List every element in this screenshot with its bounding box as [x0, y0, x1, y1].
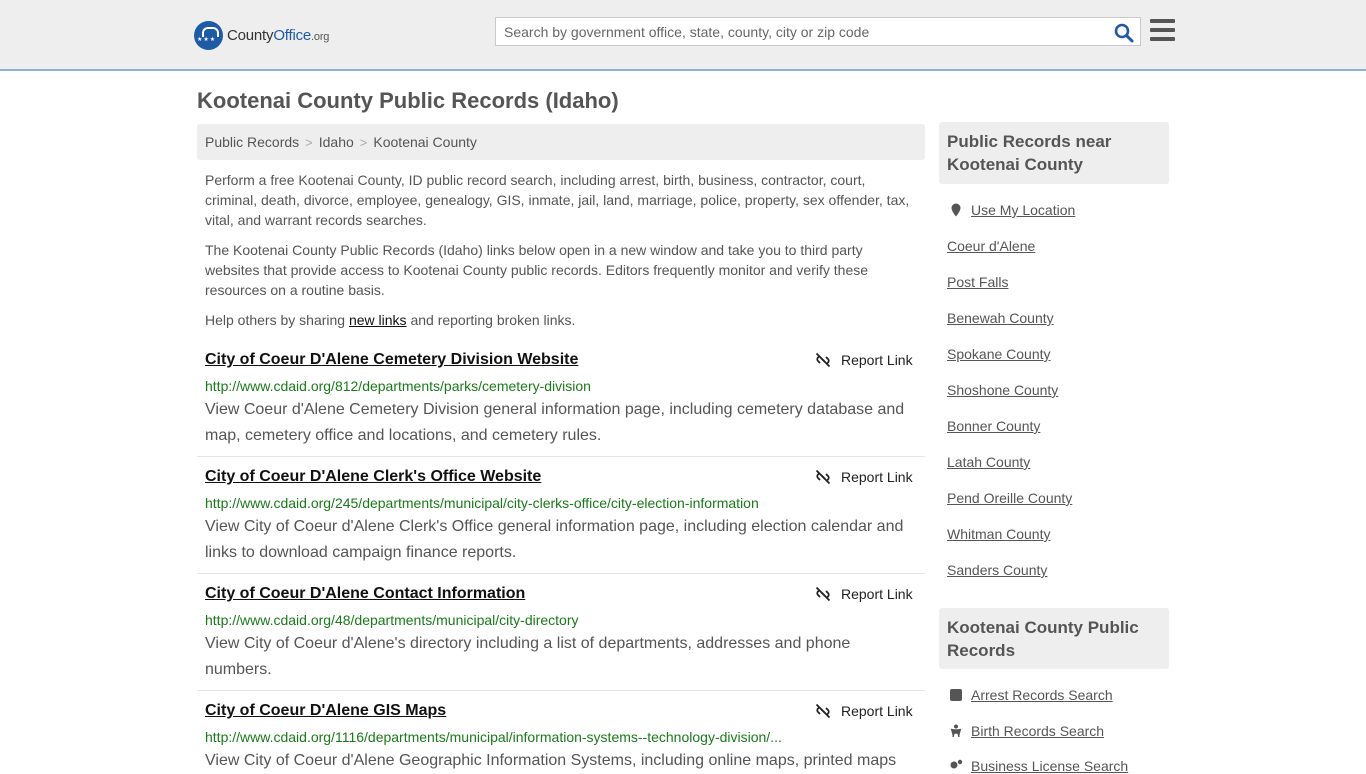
- nearby-link-shoshone-county[interactable]: Shoshone County: [947, 382, 1058, 398]
- arrest-records-search-link[interactable]: Arrest Records Search: [971, 687, 1113, 703]
- logo-text: CountyOffice.org: [227, 26, 330, 44]
- disclaimer-paragraph: The Kootenai County Public Records (Idah…: [205, 242, 869, 298]
- result-item: City of Coeur D'Alene Clerk's Office Web…: [197, 468, 925, 574]
- breadcrumb: Public Records > Idaho > Kootenai County: [197, 124, 925, 160]
- arrest-record-icon: [950, 689, 962, 701]
- result-item: City of Coeur D'Alene GIS Maps Report Li…: [197, 702, 925, 769]
- nearby-link-benewah-county[interactable]: Benewah County: [947, 310, 1054, 326]
- result-description: View City of Coeur d'Alene Clerk's Offic…: [205, 518, 904, 561]
- result-description: View Coeur d'Alene Cemetery Division gen…: [205, 401, 905, 444]
- breadcrumb-idaho[interactable]: Idaho: [319, 134, 354, 150]
- search-input[interactable]: [496, 18, 1096, 45]
- gears-icon: [950, 759, 963, 769]
- breadcrumb-separator-icon: >: [359, 135, 368, 150]
- map-marker-icon: [951, 203, 961, 217]
- result-url[interactable]: http://www.cdaid.org/48/departments/muni…: [205, 612, 579, 628]
- nearby-link-latah-county[interactable]: Latah County: [947, 454, 1030, 470]
- logo-badge-icon: [194, 20, 223, 50]
- result-title-link[interactable]: City of Coeur D'Alene Clerk's Office Web…: [205, 468, 541, 486]
- nearby-link-post-falls[interactable]: Post Falls: [947, 274, 1008, 290]
- business-license-search-link[interactable]: Business License Search: [971, 758, 1128, 774]
- nearby-link-bonner-county[interactable]: Bonner County: [947, 418, 1040, 434]
- result-title-link[interactable]: City of Coeur D'Alene Contact Informatio…: [205, 585, 525, 603]
- search-box: [495, 17, 1141, 46]
- breadcrumb-kootenai-county[interactable]: Kootenai County: [373, 134, 477, 150]
- breadcrumb-separator-icon: >: [305, 135, 313, 150]
- result-url[interactable]: http://www.cdaid.org/812/departments/par…: [205, 378, 591, 394]
- report-link-button[interactable]: Report Link: [815, 352, 913, 368]
- baby-icon: [950, 724, 962, 738]
- hamburger-menu-icon[interactable]: [1150, 19, 1175, 41]
- nearby-link-coeur-dalene[interactable]: Coeur d'Alene: [947, 238, 1035, 254]
- report-link-button[interactable]: Report Link: [815, 586, 913, 602]
- search-icon[interactable]: [1114, 23, 1134, 43]
- breadcrumb-public-records[interactable]: Public Records: [205, 134, 299, 150]
- nearby-link-sanders-county[interactable]: Sanders County: [947, 562, 1047, 578]
- broken-link-icon: [815, 352, 831, 368]
- share-paragraph: Help others by sharing new links and rep…: [205, 312, 576, 328]
- result-title-link[interactable]: City of Coeur D'Alene Cemetery Division …: [205, 351, 578, 369]
- broken-link-icon: [815, 469, 831, 485]
- birth-records-search-link[interactable]: Birth Records Search: [971, 723, 1104, 739]
- top-bar: CountyOffice.org: [0, 0, 1366, 71]
- nearby-records-heading: Public Records near Kootenai County: [939, 122, 1169, 184]
- result-item: City of Coeur D'Alene Contact Informatio…: [197, 585, 925, 691]
- site-logo[interactable]: CountyOffice.org: [194, 20, 329, 50]
- report-link-button[interactable]: Report Link: [815, 703, 913, 719]
- nearby-link-pend-oreille-county[interactable]: Pend Oreille County: [947, 490, 1072, 506]
- nearby-link-spokane-county[interactable]: Spokane County: [947, 346, 1051, 362]
- result-item: City of Coeur D'Alene Cemetery Division …: [197, 351, 925, 457]
- result-description: View City of Coeur d'Alene Geographic In…: [205, 752, 897, 769]
- intro-paragraph: Perform a free Kootenai County, ID publi…: [205, 172, 910, 228]
- broken-link-icon: [815, 586, 831, 602]
- result-url[interactable]: http://www.cdaid.org/1116/departments/mu…: [205, 729, 782, 745]
- nearby-link-whitman-county[interactable]: Whitman County: [947, 526, 1050, 542]
- county-records-heading: Kootenai County Public Records: [939, 608, 1169, 669]
- page-title: Kootenai County Public Records (Idaho): [197, 88, 619, 113]
- report-link-button[interactable]: Report Link: [815, 469, 913, 485]
- result-url[interactable]: http://www.cdaid.org/245/departments/mun…: [205, 495, 759, 511]
- new-links-link[interactable]: new links: [349, 312, 407, 328]
- result-description: View City of Coeur d'Alene's directory i…: [205, 635, 851, 678]
- use-my-location-link[interactable]: Use My Location: [971, 202, 1075, 218]
- broken-link-icon: [815, 703, 831, 719]
- result-title-link[interactable]: City of Coeur D'Alene GIS Maps: [205, 702, 446, 720]
